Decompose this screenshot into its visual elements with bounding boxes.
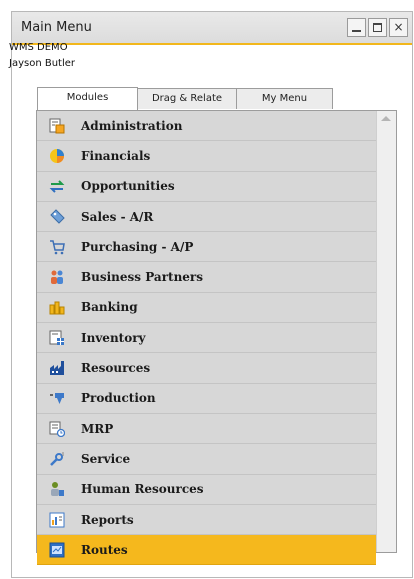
module-label: Human Resources — [81, 482, 204, 497]
module-label: Banking — [81, 300, 138, 315]
module-label: Inventory — [81, 330, 146, 345]
company-name: WMS DEMO — [9, 42, 68, 53]
module-label: Administration — [81, 118, 183, 133]
module-item-inventory[interactable]: Inventory — [37, 323, 376, 354]
module-label: MRP — [81, 421, 114, 436]
user-name: Jayson Butler — [9, 58, 76, 69]
module-item-purchasing[interactable]: Purchasing - A/P — [37, 232, 376, 263]
tab-modules[interactable]: Modules — [37, 87, 138, 110]
resources-icon — [46, 359, 68, 377]
vertical-scrollbar[interactable] — [376, 111, 396, 552]
module-item-human-resources[interactable]: Human Resources — [37, 474, 376, 505]
inventory-icon — [46, 329, 68, 347]
routes-icon — [46, 541, 68, 559]
purchasing-cart-icon — [46, 238, 68, 256]
module-item-resources[interactable]: Resources — [37, 353, 376, 384]
sales-icon — [46, 208, 68, 226]
module-item-production[interactable]: Production — [37, 383, 376, 414]
module-item-mrp[interactable]: MRP — [37, 413, 376, 445]
module-label: Purchasing - A/P — [81, 239, 194, 254]
module-item-business-partners[interactable]: Business Partners — [37, 262, 376, 293]
module-item-opportunities[interactable]: Opportunities — [37, 171, 376, 202]
module-label: Routes — [81, 542, 128, 557]
mrp-icon — [46, 420, 68, 438]
module-item-reports[interactable]: Reports — [37, 504, 376, 536]
module-label: Reports — [81, 512, 134, 527]
module-item-sales[interactable]: Sales - A/R — [37, 201, 376, 233]
banking-icon — [46, 298, 68, 316]
module-label: Opportunities — [81, 179, 175, 194]
module-item-routes[interactable]: Routes — [37, 535, 376, 566]
modules-panel: Administration Financials Opportunities … — [36, 110, 397, 566]
module-label: Service — [81, 451, 131, 466]
modules-list: Administration Financials Opportunities … — [37, 111, 376, 566]
module-label: Sales - A/R — [81, 209, 154, 224]
administration-icon — [46, 117, 68, 135]
module-item-service[interactable]: Service — [37, 444, 376, 475]
title-bar[interactable]: Main Menu × — [12, 12, 412, 45]
module-item-banking[interactable]: Banking — [37, 292, 376, 324]
close-button[interactable]: × — [389, 18, 408, 37]
tab-my-menu[interactable]: My Menu — [236, 88, 333, 109]
module-item-administration[interactable]: Administration — [37, 111, 376, 142]
module-label: Business Partners — [81, 270, 204, 285]
business-partners-icon — [46, 268, 68, 286]
module-item-financials[interactable]: Financials — [37, 141, 376, 172]
scroll-up-arrow-icon[interactable] — [381, 116, 391, 121]
module-label: Financials — [81, 148, 151, 163]
production-icon — [46, 389, 68, 407]
window-title: Main Menu — [21, 20, 92, 35]
financials-icon — [46, 147, 68, 165]
service-icon — [46, 450, 68, 468]
module-label: Production — [81, 391, 156, 406]
minimize-button[interactable] — [347, 18, 366, 37]
module-label: Resources — [81, 361, 151, 376]
reports-icon — [46, 511, 68, 529]
tab-strip: Modules Drag & Relate My Menu — [37, 87, 333, 110]
maximize-button[interactable] — [368, 18, 387, 37]
opportunities-icon — [46, 177, 68, 195]
tab-drag-relate[interactable]: Drag & Relate — [137, 88, 237, 109]
human-resources-icon — [46, 480, 68, 498]
